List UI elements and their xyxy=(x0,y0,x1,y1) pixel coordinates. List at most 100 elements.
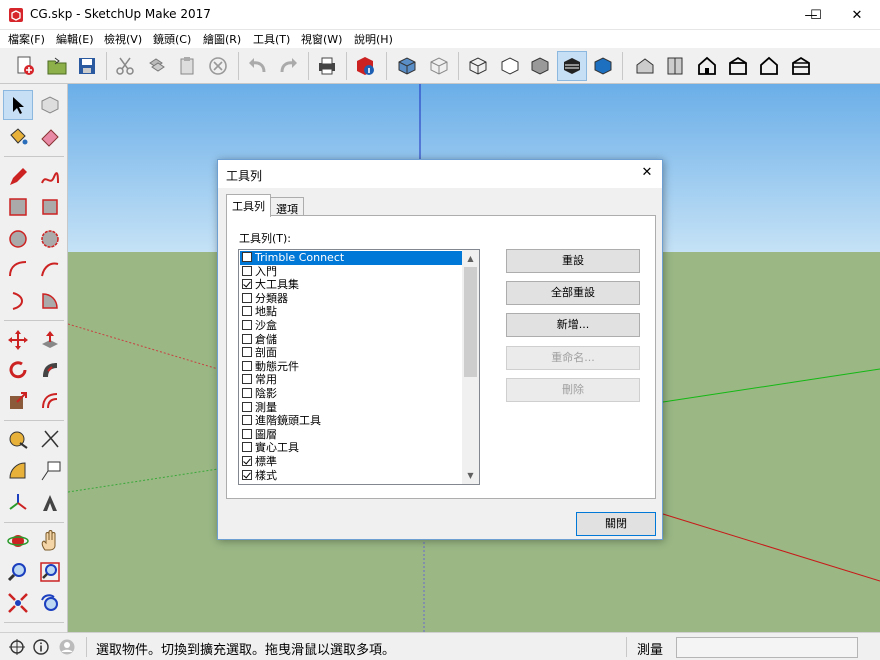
zoom-window-tool[interactable] xyxy=(35,557,65,587)
paste-button[interactable] xyxy=(172,51,202,81)
toolbar-checkbox[interactable] xyxy=(242,415,252,426)
list-item[interactable]: 動態元件 xyxy=(240,360,462,374)
tab-options[interactable]: 選項 xyxy=(270,197,304,217)
toolbar-checkbox[interactable] xyxy=(242,388,252,398)
protractor-tool[interactable] xyxy=(3,456,33,486)
list-item[interactable]: 測量 xyxy=(240,401,462,415)
push-pull-tool[interactable] xyxy=(35,325,65,355)
reset-all-button[interactable]: 全部重設 xyxy=(506,281,640,305)
list-item[interactable]: 標準 xyxy=(240,455,462,469)
close-button[interactable]: ✕ xyxy=(834,0,880,30)
arc-tool[interactable] xyxy=(3,254,33,284)
line-tool[interactable] xyxy=(3,162,33,192)
tape-measure-tool[interactable] xyxy=(3,424,33,454)
two-point-arc-tool[interactable] xyxy=(35,254,65,284)
paint-bucket-tool[interactable] xyxy=(3,122,33,152)
toolbar-checkbox[interactable] xyxy=(242,306,252,317)
offset-tool[interactable] xyxy=(35,386,65,416)
menu-edit[interactable]: 編輯(E) xyxy=(56,31,94,47)
new-toolbar-button[interactable]: 新增... xyxy=(506,313,640,337)
view-top-button[interactable] xyxy=(660,51,690,81)
list-item[interactable]: 樣式 xyxy=(240,469,462,483)
zoom-extents-tool[interactable] xyxy=(3,588,33,618)
view-iso-house-button[interactable] xyxy=(630,51,660,81)
menu-window[interactable]: 視窗(W) xyxy=(301,31,342,47)
toolbar-checkbox[interactable] xyxy=(242,442,252,453)
shaded-button[interactable] xyxy=(525,51,555,81)
toolbar-checkbox[interactable] xyxy=(242,374,252,385)
3d-text-tool[interactable] xyxy=(35,488,65,518)
scroll-down-icon[interactable]: ▼ xyxy=(462,467,479,484)
menu-view[interactable]: 檢視(V) xyxy=(104,31,142,47)
monochrome-button[interactable] xyxy=(588,51,618,81)
wireframe-button[interactable] xyxy=(463,51,493,81)
measurements-input[interactable] xyxy=(676,637,858,658)
toolbar-checkbox[interactable] xyxy=(242,252,252,262)
open-file-button[interactable] xyxy=(42,51,72,81)
toolbar-checkbox[interactable] xyxy=(242,360,252,371)
toolbar-checkbox[interactable] xyxy=(242,265,252,276)
list-item[interactable]: 大工具集 xyxy=(240,278,462,292)
new-file-button[interactable] xyxy=(10,51,40,81)
toolbar-checkbox[interactable] xyxy=(242,469,252,480)
list-item[interactable]: Trimble Connect xyxy=(240,251,462,265)
toolbar-checkbox[interactable] xyxy=(242,428,252,439)
text-tool[interactable] xyxy=(35,456,65,486)
view-xray-button[interactable] xyxy=(424,51,454,81)
list-item[interactable]: 實心工具 xyxy=(240,441,462,455)
list-item[interactable]: 入門 xyxy=(240,265,462,279)
toolbar-checkbox[interactable] xyxy=(242,333,252,344)
list-item[interactable]: 倉儲 xyxy=(240,333,462,347)
pie-tool[interactable] xyxy=(35,286,65,316)
polygon-tool[interactable] xyxy=(35,224,65,254)
info-icon[interactable] xyxy=(32,638,50,656)
list-item[interactable]: 分類器 xyxy=(240,292,462,306)
toolbar-checkbox[interactable] xyxy=(242,292,252,303)
previous-view-tool[interactable] xyxy=(35,588,65,618)
toolbar-checkbox[interactable] xyxy=(242,401,252,412)
freehand-tool[interactable] xyxy=(35,162,65,192)
cut-button[interactable] xyxy=(110,51,140,81)
rotated-rectangle-tool[interactable] xyxy=(35,192,65,222)
dialog-close-button[interactable]: 關閉 xyxy=(576,512,656,536)
print-button[interactable] xyxy=(312,51,342,81)
dimension-tool[interactable] xyxy=(35,424,65,454)
list-item[interactable]: 進階鏡頭工具 xyxy=(240,414,462,428)
shaded-textures-button[interactable] xyxy=(557,51,587,81)
toolbar-listbox[interactable]: Trimble Connect 入門 大工具集 分類器 地點 沙盒 倉儲 剖面 動態元件 常用 陰影… xyxy=(238,249,480,485)
menu-help[interactable]: 說明(H) xyxy=(354,31,393,47)
toolbar-checkbox[interactable] xyxy=(242,347,252,358)
three-point-arc-tool[interactable] xyxy=(3,286,33,316)
toolbar-checkbox[interactable] xyxy=(242,456,252,466)
view-iso-button[interactable] xyxy=(392,51,422,81)
delete-button[interactable]: 刪除 xyxy=(506,378,640,402)
zoom-tool[interactable] xyxy=(3,557,33,587)
circle-tool[interactable] xyxy=(3,224,33,254)
view-front-button[interactable] xyxy=(692,51,722,81)
list-item[interactable]: 沙盒 xyxy=(240,319,462,333)
rectangle-tool[interactable] xyxy=(3,192,33,222)
save-button[interactable] xyxy=(72,51,102,81)
rename-button[interactable]: 重命名... xyxy=(506,346,640,370)
make-component-tool[interactable] xyxy=(35,90,65,120)
select-tool[interactable] xyxy=(3,90,33,120)
georeference-icon[interactable] xyxy=(8,638,26,656)
user-account-icon[interactable] xyxy=(58,638,76,656)
menu-camera[interactable]: 鏡頭(C) xyxy=(153,31,191,47)
erase-button[interactable] xyxy=(203,51,233,81)
menu-draw[interactable]: 繪圖(R) xyxy=(203,31,241,47)
list-item[interactable]: 地點 xyxy=(240,305,462,319)
model-info-button[interactable] xyxy=(350,51,380,81)
toolbar-checkbox[interactable] xyxy=(242,320,252,330)
orbit-tool[interactable] xyxy=(3,526,33,556)
view-right-button[interactable] xyxy=(723,51,753,81)
view-back-button[interactable] xyxy=(754,51,784,81)
menu-file[interactable]: 檔案(F) xyxy=(8,31,45,47)
copy-button[interactable] xyxy=(142,51,172,81)
menu-tools[interactable]: 工具(T) xyxy=(253,31,290,47)
rotate-tool[interactable] xyxy=(3,355,33,385)
view-left-button[interactable] xyxy=(786,51,816,81)
eraser-tool[interactable] xyxy=(35,122,65,152)
list-item[interactable]: 圖層 xyxy=(240,428,462,442)
listbox-scrollbar[interactable]: ▲ ▼ xyxy=(462,250,479,484)
